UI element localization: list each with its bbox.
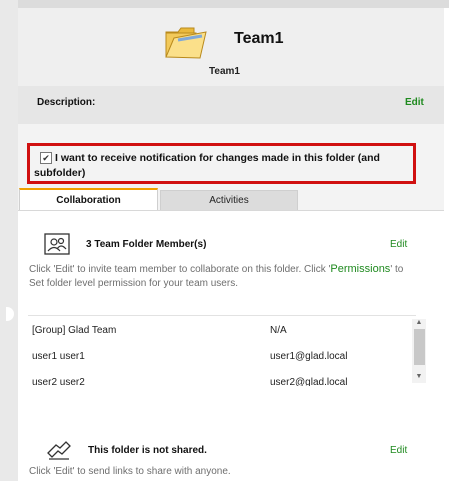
top-border bbox=[18, 0, 449, 8]
members-help-before: Click 'Edit' to invite team member to co… bbox=[29, 264, 331, 275]
open-folder-icon bbox=[165, 27, 207, 59]
member-name: user2 user2 bbox=[32, 377, 85, 386]
scroll-down-arrow-icon[interactable]: ▼ bbox=[415, 373, 423, 381]
member-email: user1@glad.local bbox=[270, 351, 348, 362]
member-email: N/A bbox=[270, 325, 287, 336]
scroll-up-arrow-icon[interactable]: ▲ bbox=[415, 319, 423, 327]
tab-activities[interactable]: Activities bbox=[160, 190, 298, 211]
team-members-icon bbox=[44, 233, 70, 255]
member-name: user1 user1 bbox=[32, 351, 85, 362]
share-edit-link[interactable]: Edit bbox=[390, 445, 407, 456]
member-name: [Group] Glad Team bbox=[32, 325, 117, 336]
share-status-title: This folder is not shared. bbox=[88, 445, 207, 456]
description-label: Description: bbox=[37, 97, 96, 108]
share-link-icon bbox=[47, 441, 71, 460]
table-row[interactable]: user2 user2 user2@glad.local bbox=[28, 368, 408, 386]
members-edit-link[interactable]: Edit bbox=[390, 239, 407, 250]
members-scrollbar[interactable]: ▲ ▼ bbox=[412, 319, 426, 383]
notification-checkbox[interactable]: ✔ bbox=[40, 152, 52, 164]
tab-collaboration[interactable]: Collaboration bbox=[19, 188, 158, 211]
table-row[interactable]: [Group] Glad Team N/A bbox=[28, 316, 408, 342]
table-row[interactable]: user1 user1 user1@glad.local bbox=[28, 342, 408, 368]
share-help-text: Click 'Edit' to send links to share with… bbox=[29, 466, 231, 477]
members-title: 3 Team Folder Member(s) bbox=[86, 239, 207, 250]
notification-box: I want to receive notification for chang… bbox=[27, 143, 416, 184]
notification-label: I want to receive notification for chang… bbox=[34, 152, 380, 179]
permissions-link[interactable]: Permissions bbox=[330, 263, 390, 275]
folder-title: Team1 bbox=[234, 30, 284, 47]
description-edit-link[interactable]: Edit bbox=[405, 97, 424, 108]
members-help-text: Click 'Edit' to invite team member to co… bbox=[29, 262, 421, 291]
member-email: user2@glad.local bbox=[270, 377, 348, 386]
folder-subtitle: Team1 bbox=[209, 66, 240, 77]
tab-bar: Collaboration Activities bbox=[18, 188, 444, 211]
scroll-thumb[interactable] bbox=[414, 329, 425, 365]
members-table[interactable]: [Group] Glad Team N/A user1 user1 user1@… bbox=[28, 315, 416, 386]
